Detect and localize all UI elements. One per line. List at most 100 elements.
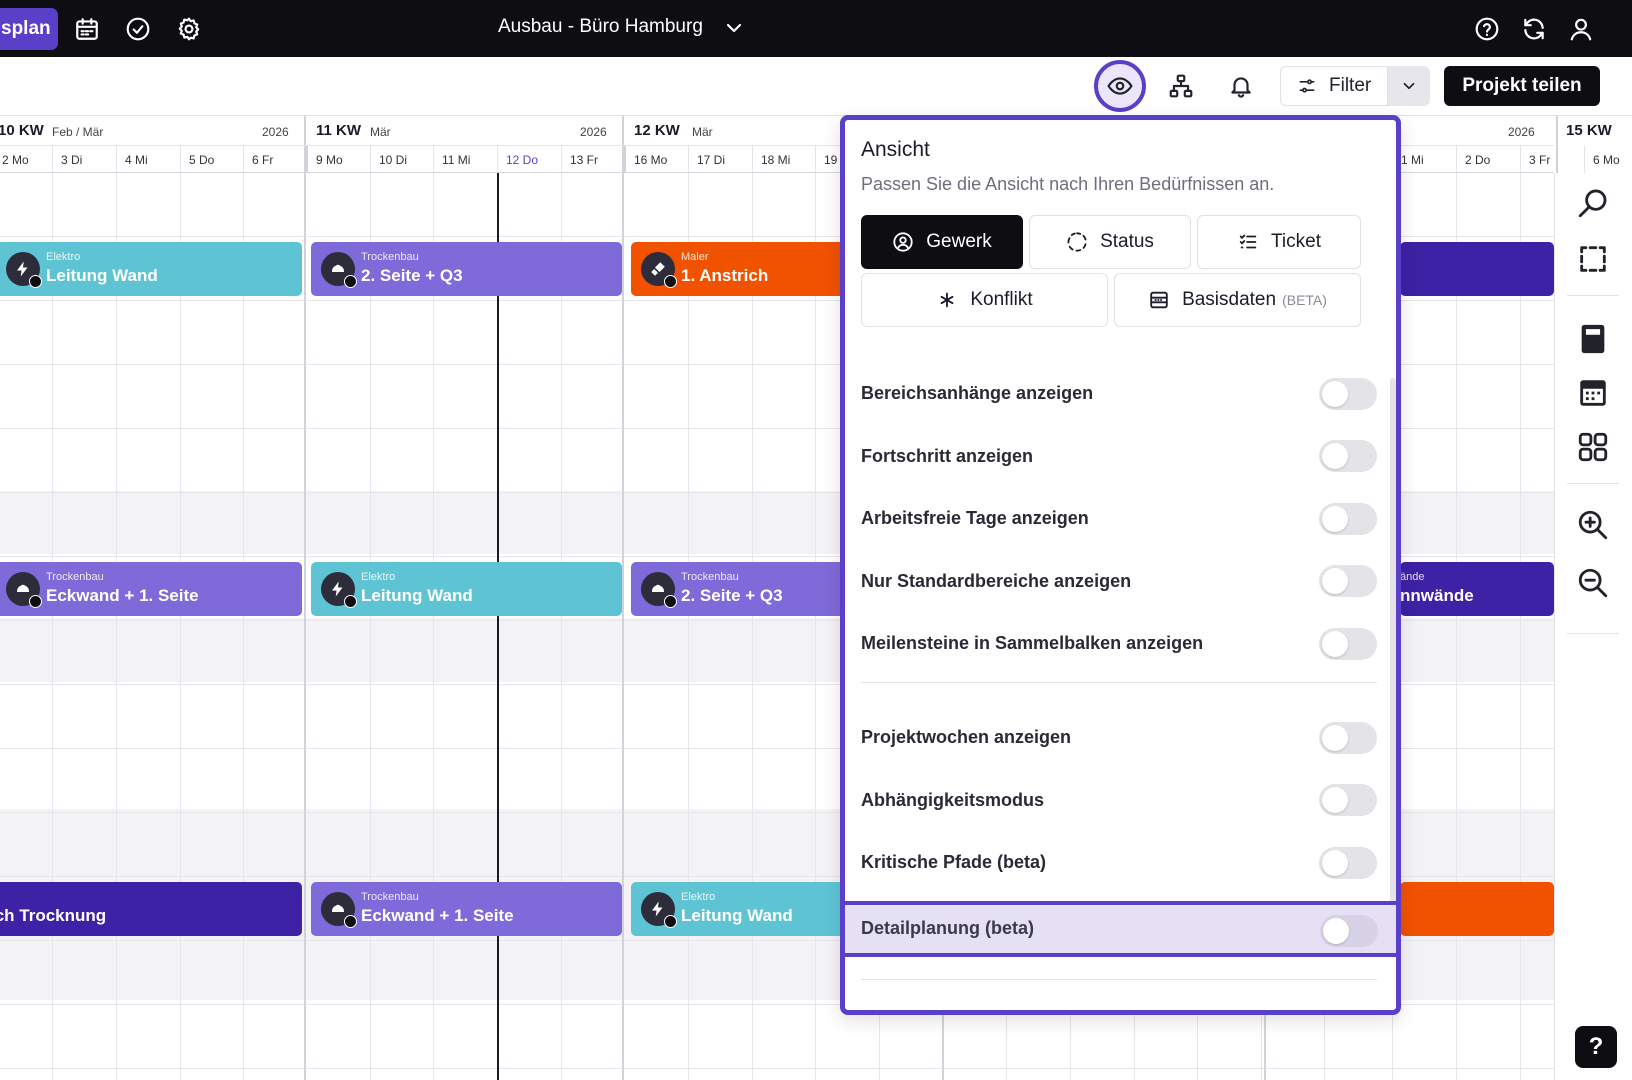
detailplanung-toggle[interactable] xyxy=(1320,915,1378,947)
toggle-row[interactable]: Abhängigkeitsmodus xyxy=(861,769,1377,832)
chevron-down-icon[interactable] xyxy=(722,16,746,40)
month-label: Mär xyxy=(370,125,391,139)
toggle-switch[interactable] xyxy=(1319,440,1377,472)
toggle-label: Bereichsanhänge anzeigen xyxy=(861,383,1094,403)
day-column-header[interactable]: 3 Di xyxy=(52,146,116,174)
schedule-task-bar[interactable]: Trockenbau 2. Seite + Q3 xyxy=(631,562,844,616)
day-column-header[interactable]: 6 Mo xyxy=(1584,146,1632,174)
toggle-label: Arbeitsfreie Tage anzeigen xyxy=(861,508,1089,528)
column-divider xyxy=(688,173,689,1080)
day-column-header[interactable]: 12 Do xyxy=(497,146,561,174)
today-line xyxy=(497,173,499,1080)
day-column-header[interactable]: 16 Mo xyxy=(624,146,688,174)
toggle-row[interactable]: Nur Standardbereiche anzeigen xyxy=(861,550,1377,613)
day-column-header[interactable]: 10 Di xyxy=(370,146,434,174)
week-divider xyxy=(622,173,624,1080)
user-icon[interactable] xyxy=(1564,12,1598,46)
toggle-switch[interactable] xyxy=(1319,377,1377,410)
day-column-header[interactable]: 18 Mi xyxy=(752,146,816,174)
task-trade: ände xyxy=(1400,571,1425,583)
schedule-task-bar[interactable] xyxy=(1400,882,1554,936)
help-button[interactable]: ? xyxy=(1575,1026,1617,1068)
toggle-knob xyxy=(1322,443,1348,469)
day-column-header[interactable]: 9 Mo xyxy=(306,146,370,174)
schedule-task-bar[interactable]: Elektro Leitung Wand xyxy=(311,562,622,616)
share-project-button[interactable]: Projekt teilen xyxy=(1444,66,1600,106)
schedule-task-bar[interactable]: Elektro Leitung Wand xyxy=(631,882,844,936)
day-column-header[interactable]: 4 Mi xyxy=(116,146,180,174)
day-column-header[interactable]: 5 Do xyxy=(180,146,244,174)
bell-icon[interactable] xyxy=(1221,66,1261,106)
schedule-task-bar[interactable]: Trockenbau Eckwand + 1. Seite xyxy=(311,882,622,936)
toggle-row[interactable]: Fortschritt anzeigen xyxy=(861,425,1377,488)
view-mode-status[interactable]: Status xyxy=(1029,215,1191,269)
schedule-task-bar[interactable]: Elektro Leitung Wand xyxy=(0,242,302,296)
calendar-icon[interactable] xyxy=(70,12,104,46)
toggle-label: Meilensteine in Sammelbalken anzeigen xyxy=(861,633,1204,653)
hierarchy-icon[interactable] xyxy=(1161,66,1201,106)
toggle-switch[interactable] xyxy=(1319,846,1377,879)
schedule-task-bar[interactable]: nich Trocknung xyxy=(0,882,302,936)
refresh-icon[interactable] xyxy=(1517,12,1551,46)
schedule-task-bar[interactable]: Trockenbau Eckwand + 1. Seite xyxy=(0,562,302,616)
help-circle-icon[interactable] xyxy=(1470,12,1504,46)
view-mode-ticket[interactable]: Ticket xyxy=(1197,215,1361,269)
toggle-knob xyxy=(1322,787,1348,813)
toggle-switch[interactable] xyxy=(1319,784,1377,816)
status-dot xyxy=(344,595,357,608)
search-icon[interactable] xyxy=(1573,183,1613,223)
day-column-header[interactable]: 3 Fr xyxy=(1520,146,1584,174)
schedule-task-bar[interactable] xyxy=(1400,242,1554,296)
day-column-header[interactable]: 11 Mi xyxy=(433,146,497,174)
day-column-header[interactable]: 2 Mo xyxy=(0,146,58,174)
grid-icon[interactable] xyxy=(1573,427,1613,467)
week-number: 12 KW xyxy=(634,122,680,139)
eye-icon[interactable] xyxy=(1094,60,1146,112)
toggle-row[interactable]: Arbeitsfreie Tage anzeigen xyxy=(861,487,1377,550)
schedule-task-bar[interactable]: Maler 1. Anstrich xyxy=(631,242,844,296)
right-toolbar: ? xyxy=(1554,173,1632,1080)
zoom-out-icon[interactable] xyxy=(1573,563,1613,603)
day-column-header[interactable]: 1 Mi xyxy=(1392,146,1456,174)
day-column-header[interactable]: 2 Do xyxy=(1456,146,1520,174)
view-mode-gewerk[interactable]: Gewerk xyxy=(861,215,1023,269)
toggle-switch[interactable] xyxy=(1319,502,1377,535)
lightning-icon xyxy=(641,892,677,928)
filter-button[interactable]: Filter xyxy=(1280,66,1388,106)
select-area-icon[interactable] xyxy=(1573,239,1613,279)
filter-dropdown-button[interactable] xyxy=(1388,66,1430,106)
toggle-row[interactable]: Bereichsanhänge anzeigen xyxy=(861,362,1377,425)
toggle-row[interactable]: Projektwochen anzeigen xyxy=(861,706,1377,769)
task-title: Leitung Wand xyxy=(46,266,158,285)
schedule-task-bar[interactable]: Trockenbau 2. Seite + Q3 xyxy=(311,242,622,296)
app-switcher[interactable]: splan xyxy=(0,8,58,50)
view-mode-konflikt[interactable]: Konflikt xyxy=(861,273,1108,327)
panel-scrollbar[interactable] xyxy=(1390,378,1396,948)
toggle-switch[interactable] xyxy=(1319,565,1377,597)
toggle-switch[interactable] xyxy=(1319,627,1377,660)
day-column-header[interactable]: 17 Di xyxy=(688,146,752,174)
asterisk-icon xyxy=(940,292,954,308)
brush-icon xyxy=(641,252,677,288)
toggle-knob xyxy=(1322,380,1348,407)
day-column-header[interactable]: 13 Fr xyxy=(561,146,625,174)
zoom-in-icon[interactable] xyxy=(1573,505,1613,545)
toggle-knob xyxy=(1322,849,1348,876)
toggle-row[interactable]: Kritische Pfade (beta) xyxy=(861,831,1377,894)
task-trade: Trockenbau xyxy=(46,571,104,583)
calendar-grid-icon[interactable] xyxy=(1573,373,1613,413)
project-title[interactable]: Ausbau - Büro Hamburg xyxy=(498,16,703,38)
check-circle-icon[interactable] xyxy=(121,12,155,46)
schedule-task-bar[interactable]: ände nnwände xyxy=(1400,562,1554,616)
view-mode-basisdaten[interactable]: Basisdaten (BETA) xyxy=(1114,273,1361,327)
toggle-switch[interactable] xyxy=(1319,721,1377,754)
day-column-header[interactable]: 6 Fr xyxy=(243,146,307,174)
calculator-icon[interactable] xyxy=(1573,319,1613,359)
view-mode-label: Status xyxy=(1100,231,1154,252)
status-dot xyxy=(29,275,42,288)
toggle-row-detailplanung[interactable]: Detailplanung (beta) xyxy=(845,901,1396,957)
gear-icon[interactable] xyxy=(172,12,206,46)
toggle-label: Detailplanung (beta) xyxy=(861,918,1035,938)
toggle-row[interactable]: Meilensteine in Sammelbalken anzeigen xyxy=(861,612,1377,675)
dashed-circle-icon xyxy=(1067,232,1087,252)
